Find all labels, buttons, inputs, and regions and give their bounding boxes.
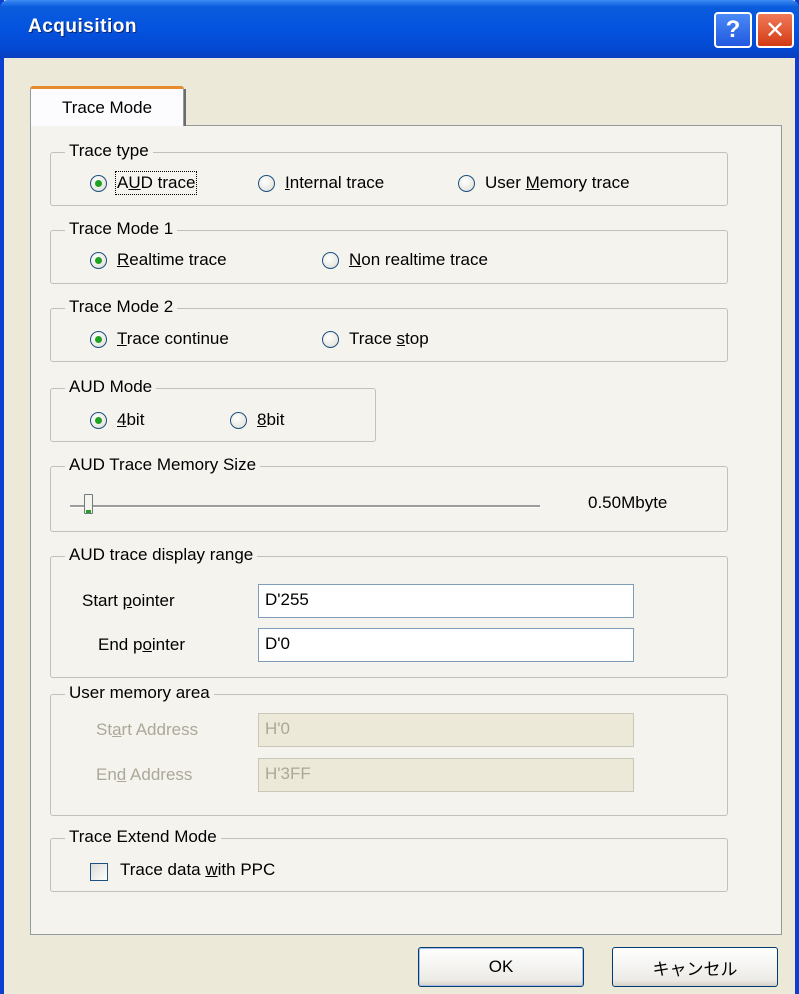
trace-mode-1-title: Trace Mode 1 <box>65 219 178 239</box>
memory-size-slider-track[interactable] <box>70 505 540 508</box>
help-icon: ? <box>725 16 741 43</box>
radio-trace-continue[interactable]: Trace continue <box>90 329 229 349</box>
radio-user-memory-trace-label: User Memory trace <box>485 173 630 192</box>
radio-circle <box>458 174 475 192</box>
radio-aud-trace[interactable]: AUD trace <box>90 171 198 195</box>
end-pointer-input[interactable]: D'0 <box>258 628 634 662</box>
start-pointer-input[interactable]: D'255 <box>258 584 634 618</box>
memory-size-title: AUD Trace Memory Size <box>65 455 261 475</box>
end-address-label: End Address <box>96 765 193 784</box>
end-address-input[interactable]: H'3FF <box>258 758 634 792</box>
radio-trace-continue-label: Trace continue <box>117 329 229 348</box>
memory-size-value: 0.50Mbyte <box>588 493 668 512</box>
radio-user-memory-trace[interactable]: User Memory trace <box>458 173 630 193</box>
ok-button-label: OK <box>488 957 514 976</box>
help-button[interactable]: ? <box>714 12 752 48</box>
radio-internal-trace[interactable]: Internal trace <box>258 173 384 193</box>
close-icon: ✕ <box>764 16 786 44</box>
trace-type-title: Trace type <box>65 141 153 161</box>
title-bar[interactable]: Acquisition ? ✕ <box>0 0 799 58</box>
radio-trace-stop[interactable]: Trace stop <box>322 329 429 349</box>
trace-mode-2-title: Trace Mode 2 <box>65 297 178 317</box>
radio-circle <box>322 251 339 269</box>
radio-circle <box>90 330 107 348</box>
radio-realtime-trace-label: Realtime trace <box>117 250 227 269</box>
close-button[interactable]: ✕ <box>756 12 794 48</box>
cancel-button-label: キャンセル <box>652 959 738 979</box>
start-pointer-label: Start pointer <box>82 591 175 610</box>
radio-4bit[interactable]: 4bit <box>90 410 144 430</box>
radio-8bit[interactable]: 8bit <box>230 410 284 430</box>
display-range-title: AUD trace display range <box>65 545 258 565</box>
radio-circle <box>258 174 275 192</box>
tab-trace-mode-label: Trace Mode <box>61 97 153 117</box>
trace-data-ppc-checkbox[interactable] <box>90 863 108 881</box>
start-address-label: Start Address <box>96 720 199 739</box>
radio-internal-trace-label: Internal trace <box>285 173 385 192</box>
trace-data-ppc-label: Trace data with PPC <box>120 860 276 879</box>
radio-trace-stop-label: Trace stop <box>349 329 429 348</box>
memory-size-slider-thumb[interactable] <box>84 494 94 514</box>
radio-non-realtime-trace-label: Non realtime trace <box>349 250 488 269</box>
tab-trace-mode[interactable]: Trace Mode <box>30 86 186 126</box>
radio-realtime-trace[interactable]: Realtime trace <box>90 250 227 270</box>
ok-button[interactable]: OK <box>418 947 584 987</box>
radio-8bit-label: 8bit <box>257 410 285 429</box>
start-address-input[interactable]: H'0 <box>258 713 634 747</box>
radio-circle <box>322 330 339 348</box>
end-pointer-label: End pointer <box>98 635 185 654</box>
radio-circle <box>90 411 107 429</box>
window-title: Acquisition <box>28 16 137 37</box>
radio-aud-trace-label: AUD trace <box>114 171 198 195</box>
radio-non-realtime-trace[interactable]: Non realtime trace <box>322 250 488 270</box>
extend-mode-title: Trace Extend Mode <box>65 827 221 847</box>
radio-circle <box>90 174 107 192</box>
radio-circle <box>90 251 107 269</box>
radio-circle <box>230 411 247 429</box>
cancel-button[interactable]: キャンセル <box>612 947 778 987</box>
aud-mode-title: AUD Mode <box>65 377 157 397</box>
user-memory-title: User memory area <box>65 683 214 703</box>
radio-4bit-label: 4bit <box>117 410 145 429</box>
